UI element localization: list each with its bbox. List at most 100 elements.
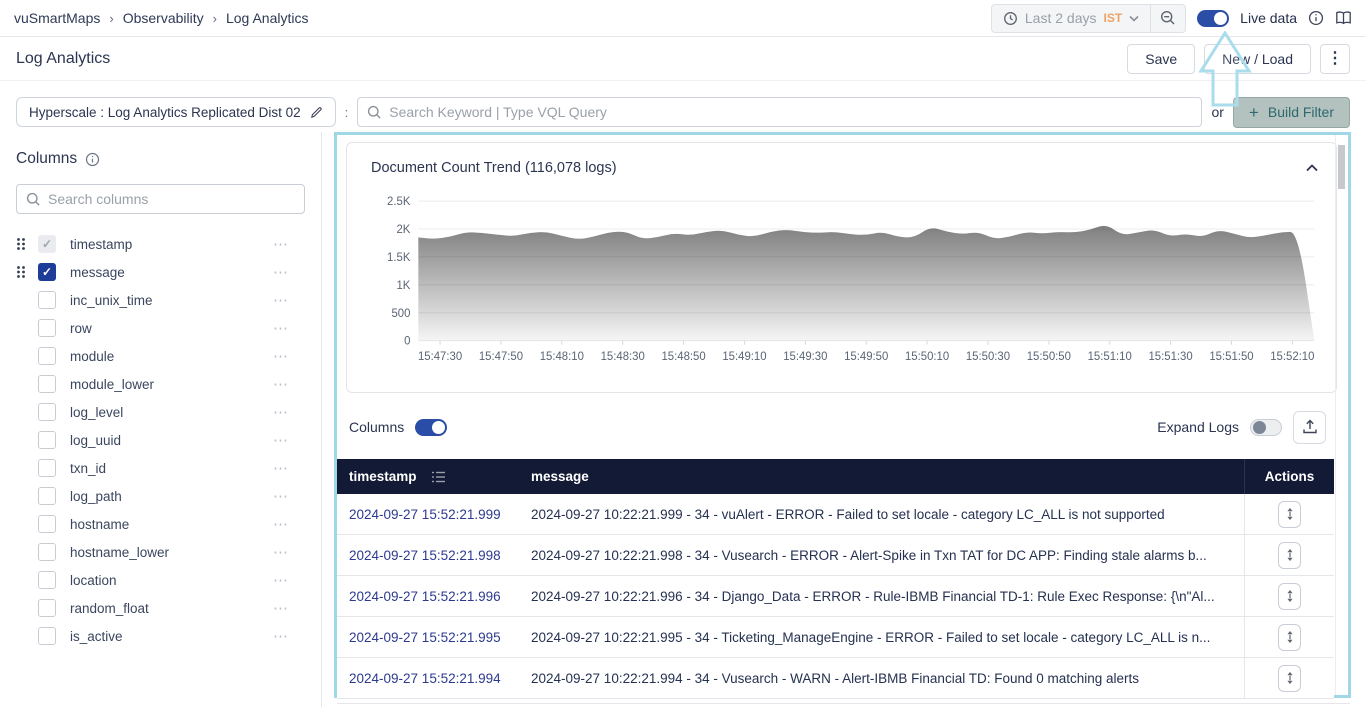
log-message-cell: 2024-09-27 10:22:21.996 - 34 - Django_Da… — [531, 588, 1215, 604]
log-timestamp-cell[interactable]: 2024-09-27 15:52:21.996 — [337, 589, 517, 604]
time-range-label: Last 2 days — [1024, 10, 1097, 26]
column-label: is_active — [70, 628, 123, 644]
column-more-options-icon[interactable]: ⋯ — [273, 487, 289, 505]
time-range-picker[interactable]: Last 2 days IST — [992, 5, 1150, 32]
query-bar: Hyperscale : Log Analytics Replicated Di… — [0, 95, 1366, 129]
title-bar: Log Analytics Save New / Load ⋮ — [0, 38, 1366, 81]
column-more-options-icon[interactable]: ⋯ — [273, 347, 289, 365]
column-more-options-icon[interactable]: ⋯ — [273, 627, 289, 645]
info-icon[interactable] — [1308, 10, 1324, 26]
column-checkbox[interactable] — [38, 235, 56, 253]
search-icon — [368, 105, 381, 119]
new-load-button[interactable]: New / Load — [1204, 44, 1311, 74]
column-list-item[interactable]: is_active ⋯ — [16, 622, 305, 650]
column-checkbox[interactable] — [38, 599, 56, 617]
collapse-chart-button[interactable] — [1306, 159, 1318, 177]
column-more-options-icon[interactable]: ⋯ — [273, 515, 289, 533]
svg-text:2.5K: 2.5K — [387, 196, 411, 208]
column-label: message — [70, 264, 125, 280]
vql-search-input[interactable] — [389, 104, 1193, 120]
column-more-options-icon[interactable]: ⋯ — [273, 291, 289, 309]
column-list-item[interactable]: log_path ⋯ — [16, 482, 305, 510]
breadcrumb-observability[interactable]: Observability — [123, 10, 204, 26]
column-list-item[interactable]: hostname ⋯ — [16, 510, 305, 538]
columns-info-icon[interactable] — [85, 152, 100, 167]
drag-handle-icon[interactable] — [16, 265, 38, 279]
column-list-item[interactable]: timestamp ⋯ — [16, 230, 305, 258]
column-more-options-icon[interactable]: ⋯ — [273, 571, 289, 589]
column-checkbox[interactable] — [38, 627, 56, 645]
column-list-item[interactable]: random_float ⋯ — [16, 594, 305, 622]
log-timestamp-cell[interactable]: 2024-09-27 15:52:21.994 — [337, 671, 517, 686]
chevron-down-icon — [1129, 15, 1139, 22]
column-checkbox[interactable] — [38, 431, 56, 449]
column-list-item[interactable]: hostname_lower ⋯ — [16, 538, 305, 566]
breadcrumb-vusmartmaps[interactable]: vuSmartMaps — [14, 10, 100, 26]
expand-logs-toggle[interactable] — [1250, 418, 1282, 436]
log-timestamp-cell[interactable]: 2024-09-27 15:52:21.999 — [337, 507, 517, 522]
expand-log-row-button[interactable] — [1278, 664, 1301, 692]
column-sort-list-icon[interactable] — [431, 471, 446, 483]
column-more-options-icon[interactable]: ⋯ — [273, 459, 289, 477]
column-checkbox[interactable] — [38, 515, 56, 533]
log-table-header: timestamp message Actions — [337, 459, 1334, 494]
column-more-options-icon[interactable]: ⋯ — [273, 599, 289, 617]
breadcrumb-log-analytics[interactable]: Log Analytics — [226, 10, 309, 26]
datasource-selector[interactable]: Hyperscale : Log Analytics Replicated Di… — [16, 97, 336, 127]
live-data-toggle[interactable] — [1197, 9, 1230, 27]
column-list-item[interactable]: log_uuid ⋯ — [16, 426, 305, 454]
column-checkbox[interactable] — [38, 571, 56, 589]
columns-toggle-label: Columns — [349, 419, 405, 435]
log-timestamp-cell[interactable]: 2024-09-27 15:52:21.998 — [337, 548, 517, 563]
build-filter-button[interactable]: + Build Filter — [1232, 96, 1350, 128]
save-button[interactable]: Save — [1127, 44, 1196, 74]
panel-scrollbar-thumb[interactable] — [1338, 145, 1345, 189]
zoom-out-button[interactable] — [1150, 4, 1185, 32]
log-timestamp-cell[interactable]: 2024-09-27 15:52:21.995 — [337, 630, 517, 645]
column-list-item[interactable]: message ⋯ — [16, 258, 305, 286]
column-checkbox[interactable] — [38, 291, 56, 309]
column-checkbox[interactable] — [38, 263, 56, 281]
column-more-options-icon[interactable]: ⋯ — [273, 403, 289, 421]
column-checkbox[interactable] — [38, 543, 56, 561]
column-checkbox[interactable] — [38, 487, 56, 505]
column-checkbox[interactable] — [38, 319, 56, 337]
column-list-item[interactable]: row ⋯ — [16, 314, 305, 342]
column-more-options-icon[interactable]: ⋯ — [273, 319, 289, 337]
column-checkbox[interactable] — [38, 375, 56, 393]
unfold-more-icon — [1286, 508, 1293, 520]
docs-book-icon[interactable] — [1335, 10, 1352, 26]
unfold-more-icon — [1286, 672, 1293, 684]
column-label: random_float — [70, 600, 149, 616]
more-menu-button[interactable]: ⋮ — [1320, 44, 1350, 74]
column-checkbox[interactable] — [38, 459, 56, 477]
columns-toggle[interactable] — [415, 418, 448, 436]
column-checkbox[interactable] — [38, 347, 56, 365]
log-table-row: 2024-09-27 15:52:21.996 2024-09-27 10:22… — [337, 576, 1334, 617]
column-list-item[interactable]: location ⋯ — [16, 566, 305, 594]
expand-log-row-button[interactable] — [1278, 623, 1301, 651]
column-checkbox[interactable] — [38, 403, 56, 421]
column-more-options-icon[interactable]: ⋯ — [273, 235, 289, 253]
column-more-options-icon[interactable]: ⋯ — [273, 431, 289, 449]
column-more-options-icon[interactable]: ⋯ — [273, 263, 289, 281]
expand-log-row-button[interactable] — [1278, 500, 1301, 528]
next-row-sliver — [337, 703, 1350, 707]
column-list-item[interactable]: module ⋯ — [16, 342, 305, 370]
drag-handle-icon[interactable] — [16, 237, 38, 251]
expand-log-row-button[interactable] — [1278, 541, 1301, 569]
expand-log-row-button[interactable] — [1278, 582, 1301, 610]
search-icon — [26, 192, 40, 206]
export-button[interactable] — [1293, 410, 1326, 444]
column-list-item[interactable]: txn_id ⋯ — [16, 454, 305, 482]
column-list-item[interactable]: module_lower ⋯ — [16, 370, 305, 398]
column-list-item[interactable]: inc_unix_time ⋯ — [16, 286, 305, 314]
column-label: log_path — [70, 488, 122, 504]
column-more-options-icon[interactable]: ⋯ — [273, 375, 289, 393]
column-label: txn_id — [70, 460, 107, 476]
column-more-options-icon[interactable]: ⋯ — [273, 543, 289, 561]
column-list-item[interactable]: log_level ⋯ — [16, 398, 305, 426]
columns-search-input[interactable] — [48, 191, 295, 207]
columns-sidebar: Columns timestamp ⋯ message ⋯ inc_unix_t… — [0, 132, 322, 707]
svg-text:15:49:10: 15:49:10 — [722, 351, 766, 363]
